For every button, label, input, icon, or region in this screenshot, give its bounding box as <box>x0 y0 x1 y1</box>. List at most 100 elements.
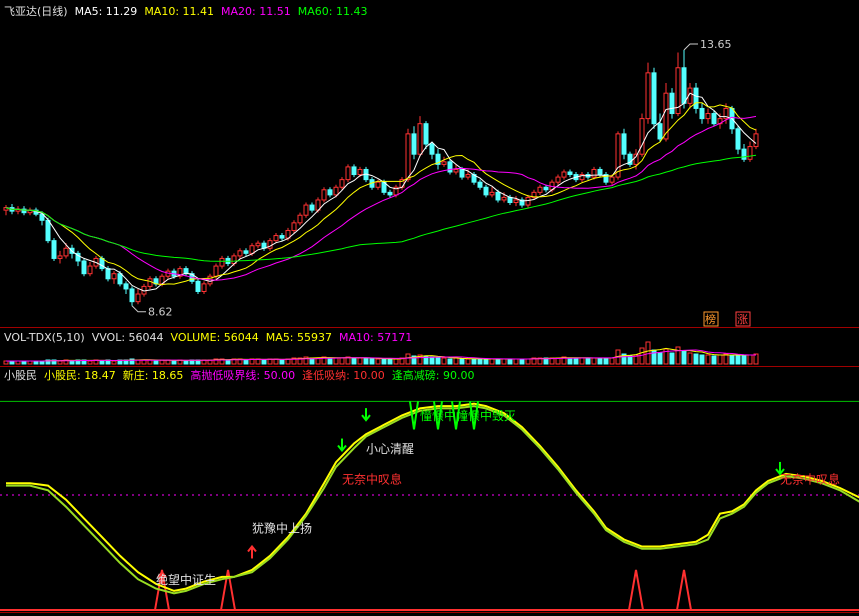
volume-bar <box>705 354 711 365</box>
signal-label: 无奈中叹息 <box>342 471 402 486</box>
candle-body <box>597 168 603 176</box>
buy-spike <box>220 569 236 611</box>
volume-bar <box>369 358 375 365</box>
volume-bar <box>513 358 519 365</box>
low-pointer <box>131 305 146 313</box>
volume-bar <box>87 360 93 365</box>
candle-body <box>417 123 423 155</box>
volume-bar <box>585 357 591 365</box>
volume-bar <box>441 357 447 365</box>
volume-bar <box>459 358 465 365</box>
candle-body <box>693 87 699 109</box>
volume-bar <box>603 357 609 365</box>
volume-header-label: VOL-TDX(5,10) <box>4 331 85 344</box>
candle-body <box>99 257 105 270</box>
candle-body <box>453 168 459 173</box>
candle-body <box>273 235 279 242</box>
indicator-header-label: 逢高减磅: 90.00 <box>392 368 475 382</box>
volume-bar <box>327 357 333 365</box>
candle-body <box>333 186 339 196</box>
volume-bar <box>483 358 489 365</box>
volume-bar <box>153 360 159 365</box>
volume-bar <box>591 357 597 365</box>
volume-bar <box>453 357 459 365</box>
candle-body <box>537 186 543 193</box>
signal-label: 幢憬中毁灭 <box>456 408 516 423</box>
volume-bar <box>99 360 105 365</box>
candle-body <box>735 128 741 150</box>
candle-body <box>327 189 333 196</box>
candle-body <box>567 171 573 176</box>
volume-bar <box>681 350 687 365</box>
candle-body <box>447 161 453 173</box>
candle-body <box>543 186 549 191</box>
badge-text: 榜 <box>705 312 716 326</box>
volume-bar <box>645 341 651 365</box>
volume-bar <box>69 360 75 365</box>
low-price-label: 8.62 <box>148 306 173 319</box>
volume-bar <box>405 353 411 365</box>
volume-bar <box>627 355 633 365</box>
candle-body <box>513 199 519 204</box>
ma60-line <box>5 154 757 262</box>
volume-bar <box>351 357 357 365</box>
candle-body <box>213 265 219 277</box>
candle-body <box>753 133 759 148</box>
candle-body <box>441 161 447 165</box>
badge-text: 涨 <box>737 313 748 326</box>
retail-line <box>6 402 859 592</box>
signal-label: 无奈中叹息 <box>780 471 840 486</box>
candle-body <box>405 133 411 181</box>
volume-bar <box>519 358 525 365</box>
candle-body <box>117 273 123 285</box>
candle-body <box>351 166 357 176</box>
volume-bar <box>363 357 369 365</box>
candle-body <box>459 168 465 178</box>
stock-chart: 飞亚达(日线) MA5: 11.29 MA10: 11.41 MA20: 11.51 M… <box>0 4 859 613</box>
candle-body <box>741 148 747 160</box>
candle-body <box>129 288 135 303</box>
candle-body <box>525 196 531 206</box>
candle-body <box>87 265 93 275</box>
volume-header-label: VVOL: 56044 <box>92 331 164 344</box>
candle-body <box>423 123 429 145</box>
candle-body <box>219 257 225 267</box>
volume-bar <box>465 358 471 365</box>
signal-label: 小心清醒 <box>366 442 414 456</box>
candle-body <box>609 176 615 183</box>
volume-bar <box>657 352 663 365</box>
dealer-line <box>6 405 859 595</box>
volume-bar <box>381 358 387 365</box>
volume-bar <box>111 360 117 365</box>
high-pointer <box>683 43 698 51</box>
candle-body <box>279 235 285 239</box>
volume-bar <box>447 358 453 365</box>
indicator-header-label: 小股民: 18.47 <box>44 369 116 382</box>
buy-spike <box>676 569 692 611</box>
candle-body <box>699 107 705 120</box>
candle-body <box>747 146 753 160</box>
volume-header-label: MA10: 57171 <box>339 331 412 344</box>
candle-body <box>357 168 363 176</box>
price-header-label: MA10: 11.41 <box>144 5 214 18</box>
candle-body <box>495 191 501 201</box>
volume-bar <box>495 358 501 365</box>
buy-spike <box>628 569 644 611</box>
volume-bar <box>525 358 531 365</box>
candle-body <box>591 168 597 178</box>
volume-bar <box>669 352 675 365</box>
volume-header-label: MA5: 55937 <box>266 331 332 344</box>
candle-body <box>105 268 111 280</box>
volume-bar <box>675 346 681 365</box>
candle-body <box>201 283 207 292</box>
candle-body <box>501 196 507 201</box>
candle-body <box>681 67 687 104</box>
candle-body <box>387 191 393 196</box>
candle-body <box>621 133 627 155</box>
candle-body <box>483 186 489 196</box>
volume-bar <box>501 358 507 365</box>
candle-body <box>345 166 351 181</box>
candle-body <box>555 176 561 183</box>
candle-body <box>249 245 255 254</box>
price-header-label: MA60: 11.43 <box>298 5 368 18</box>
